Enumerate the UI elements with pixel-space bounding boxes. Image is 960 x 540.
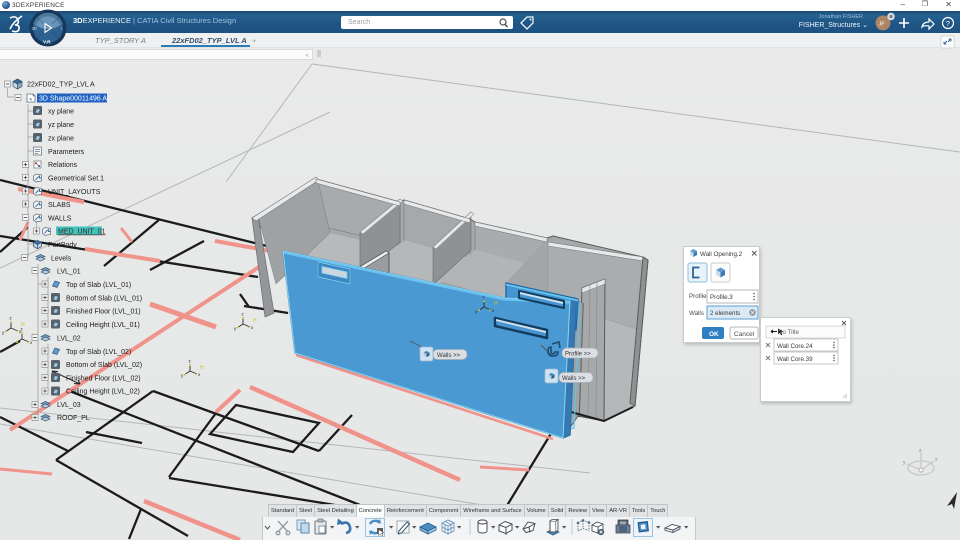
svg-text:yz plane: yz plane: [48, 122, 74, 129]
svg-text:V.R: V.R: [43, 40, 51, 46]
svg-text:x: x: [935, 457, 938, 463]
svg-text:Wall Core.24: Wall Core.24: [777, 343, 813, 350]
svg-text:Ceiling Height (LVL_01): Ceiling Height (LVL_01): [66, 322, 140, 329]
svg-text:?: ?: [946, 19, 950, 28]
svg-text:Parameters: Parameters: [48, 149, 85, 156]
svg-text:SLABS: SLABS: [48, 202, 71, 209]
svg-text:2 elements: 2 elements: [710, 310, 740, 317]
svg-text:MED_UNIT_01: MED_UNIT_01: [58, 229, 106, 236]
svg-text:xy plane: xy plane: [48, 109, 74, 116]
svg-text:LVL_02: LVL_02: [57, 336, 81, 343]
svg-text:UNIT_LAYOUTS: UNIT_LAYOUTS: [48, 189, 101, 196]
svg-text:3D Shape00011496 A: 3D Shape00011496 A: [39, 96, 107, 103]
svg-text:Geometrical Set.1: Geometrical Set.1: [48, 176, 104, 183]
svg-text:22xFD02_TYP_LVL A: 22xFD02_TYP_LVL A: [27, 82, 95, 89]
svg-text:3D: 3D: [32, 26, 37, 31]
svg-text:PartBody: PartBody: [48, 242, 77, 249]
svg-text:Cancel: Cancel: [734, 331, 755, 338]
svg-text:OK: OK: [709, 331, 719, 338]
svg-text:ROOF_PL: ROOF_PL: [57, 415, 90, 422]
svg-text:Walls: Walls: [689, 310, 704, 317]
svg-text:Bottom of Slab (LVL_02): Bottom of Slab (LVL_02): [66, 362, 142, 369]
svg-text:I: I: [61, 26, 62, 31]
svg-text:Levels: Levels: [51, 256, 72, 263]
svg-text:Top of Slab (LVL_02): Top of Slab (LVL_02): [66, 349, 131, 356]
svg-text:LVL_03: LVL_03: [57, 402, 81, 409]
svg-text:WALLS: WALLS: [48, 216, 72, 223]
svg-text:Top of Slab (LVL_01): Top of Slab (LVL_01): [66, 282, 131, 289]
svg-text:JF: JF: [879, 22, 886, 28]
svg-text:Wall Opening.2: Wall Opening.2: [700, 251, 743, 258]
svg-text:Bottom of Slab (LVL_01): Bottom of Slab (LVL_01): [66, 296, 142, 303]
svg-text:Profile: Profile: [689, 293, 707, 300]
svg-text:zx plane: zx plane: [48, 136, 74, 143]
svg-text:Wall Core.39: Wall Core.39: [777, 356, 813, 363]
svg-text:Finished Floor (LVL_01): Finished Floor (LVL_01): [66, 309, 141, 316]
svg-text:Relations: Relations: [48, 162, 78, 169]
svg-text:LVL_01: LVL_01: [57, 269, 81, 276]
svg-text:Finished Floor (LVL_02): Finished Floor (LVL_02): [66, 376, 141, 383]
svg-text:No Title: No Title: [778, 329, 800, 336]
svg-text:Ceiling Height (LVL_02): Ceiling Height (LVL_02): [66, 389, 140, 396]
svg-text:y: y: [903, 460, 906, 466]
svg-text:Profile.3: Profile.3: [710, 294, 733, 301]
